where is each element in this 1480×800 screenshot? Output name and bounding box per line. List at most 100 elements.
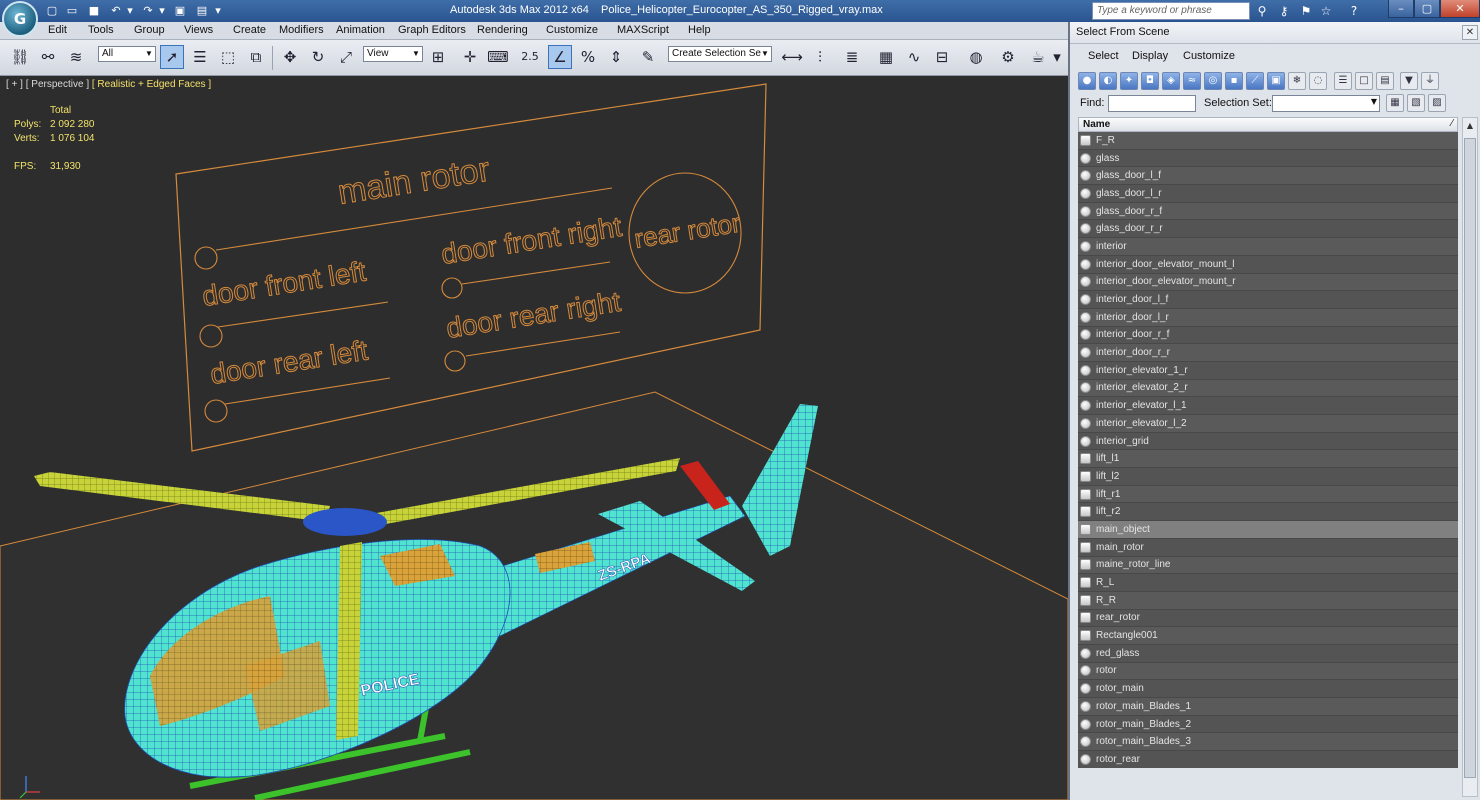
display-lights-icon[interactable]: ✦ [1120,72,1138,90]
subscription-icon[interactable]: ⚷ [1276,3,1292,19]
named-selection-sets-combo[interactable]: Create Selection Se ▼ [668,46,772,62]
list-item[interactable]: interior_elevator_2_r [1078,379,1458,398]
list-item[interactable]: rotor_rear [1078,751,1458,768]
selection-set-combo[interactable]: ▼ [1272,95,1380,112]
list-item[interactable]: rotor_main_Blades_3 [1078,733,1458,752]
door-front-left-handle[interactable] [199,324,223,348]
list-item[interactable]: Rectangle001 [1078,627,1458,645]
align-icon[interactable]: ⫶ [808,45,832,69]
list-item[interactable]: lift_l2 [1078,468,1458,486]
select-and-scale-icon[interactable]: ⤢ [334,45,358,69]
redo-dropdown-icon[interactable]: ▾ [154,3,170,18]
list-item[interactable]: lift_r2 [1078,503,1458,522]
select-all-icon[interactable]: ▦ [1386,94,1404,112]
viewport-pov-label[interactable]: [ Perspective ] [26,79,89,90]
display-none-icon[interactable]: □ [1355,72,1373,90]
edit-named-selection-icon[interactable]: ✎ [636,45,660,69]
undo-dropdown-icon[interactable]: ▾ [122,3,138,18]
project-folder-icon[interactable]: ▤ [194,3,210,18]
material-editor-icon[interactable]: ◍ [964,45,988,69]
main-rotor-handle[interactable] [194,246,218,270]
mirror-icon[interactable]: ⟷ [780,45,804,69]
snaps-toggle-icon[interactable]: 2.5 [518,45,542,69]
menu-create[interactable]: Create [233,24,266,36]
dialog-close-button[interactable]: ✕ [1462,25,1478,40]
display-geometry-icon[interactable]: ● [1078,72,1096,90]
render-production-icon[interactable]: ☕ [1026,45,1050,69]
list-item[interactable]: interior_door_l_f [1078,291,1458,309]
window-crossing-icon[interactable]: ⧉ [244,45,268,69]
filter-icon[interactable]: ▼ [1400,72,1418,90]
list-scrollbar[interactable]: ▲ [1462,117,1478,797]
percent-snap-icon[interactable]: % [576,45,600,69]
app-logo-icon[interactable]: G [2,1,38,37]
menu-group[interactable]: Group [134,24,165,36]
select-invert-icon[interactable]: ▨ [1428,94,1446,112]
display-hidden-icon[interactable]: ◌ [1309,72,1327,90]
dialog-menu-display[interactable]: Display [1132,50,1168,62]
list-item[interactable]: glass_door_l_r [1078,185,1458,203]
spinner-snap-icon[interactable]: ⇕ [604,45,628,69]
reference-coordinate-combo[interactable]: View ▼ [363,46,423,62]
maximize-button[interactable]: ▢ [1414,0,1440,18]
list-item[interactable]: interior_door_r_f [1078,326,1458,345]
door-front-right-handle[interactable] [441,277,463,299]
list-item[interactable]: glass_door_r_f [1078,202,1458,221]
list-item[interactable]: interior_door_elevator_mount_r [1078,273,1458,292]
viewport-menu-label[interactable]: [ + ] [6,79,23,90]
list-item[interactable]: glass_door_r_r [1078,220,1458,239]
list-item[interactable]: interior_elevator_l_1 [1078,397,1458,415]
display-helpers-icon[interactable]: ◈ [1162,72,1180,90]
list-item[interactable]: interior_door_elevator_mount_l [1078,255,1458,274]
display-groups-icon[interactable]: ◎ [1204,72,1222,90]
list-item[interactable]: maine_rotor_line [1078,556,1458,575]
list-item[interactable]: interior_door_l_r [1078,308,1458,327]
select-and-link-icon[interactable]: ⛓ [8,45,32,69]
control-panel-outline[interactable] [175,83,767,452]
door-front-right-slider[interactable] [461,261,611,285]
open-file-icon[interactable]: ▭ [64,3,80,18]
list-item[interactable]: lift_l1 [1078,450,1458,469]
menu-edit[interactable]: Edit [48,24,67,36]
select-none-icon[interactable]: ▧ [1407,94,1425,112]
menu-maxscript[interactable]: MAXScript [617,24,669,36]
select-and-move-icon[interactable]: ✥ [278,45,302,69]
menu-graph-editors[interactable]: Graph Editors [398,24,466,36]
dialog-menu-select[interactable]: Select [1088,50,1119,62]
list-item[interactable]: rotor [1078,662,1458,681]
schematic-view-icon[interactable]: ⊟ [930,45,954,69]
list-item[interactable]: main_rotor [1078,538,1458,557]
search-input[interactable]: Type a keyword or phrase [1092,2,1250,20]
minimize-button[interactable]: – [1388,0,1414,18]
rectangular-selection-icon[interactable]: ⬚ [216,45,240,69]
save-file-icon[interactable]: ■ [86,3,102,18]
menu-rendering[interactable]: Rendering [477,24,528,36]
viewport-shading-label[interactable]: [ Realistic + Edged Faces ] [92,79,211,90]
filter-options-icon[interactable]: ⏚ [1421,72,1439,90]
select-object-icon[interactable]: ➚ [160,45,184,69]
viewport-label[interactable]: [ + ] [ Perspective ] [ Realistic + Edge… [6,79,211,90]
menu-modifiers[interactable]: Modifiers [279,24,324,36]
list-item[interactable]: interior_elevator_1_r [1078,361,1458,380]
select-manipulate-icon[interactable]: ✛ [458,45,482,69]
menu-views[interactable]: Views [184,24,213,36]
find-input[interactable] [1108,95,1196,112]
help-icon[interactable]: ? [1346,3,1362,19]
favorites-star-icon[interactable]: ☆ [1318,3,1334,19]
graphite-ribbon-icon[interactable]: ▦ [874,45,898,69]
menu-help[interactable]: Help [688,24,711,36]
display-frozen-icon[interactable]: ❄ [1288,72,1306,90]
render-dropdown-icon[interactable]: ▾ [1050,45,1064,69]
layer-manager-icon[interactable]: ≣ [840,45,864,69]
communication-center-icon[interactable]: ⚑ [1298,3,1314,19]
display-all-icon[interactable]: ☰ [1334,72,1352,90]
scrollbar-thumb[interactable] [1464,138,1476,778]
list-item[interactable]: F_R [1078,132,1458,150]
list-item[interactable]: interior_elevator_l_2 [1078,415,1458,433]
angle-snap-icon[interactable]: ∠ [548,45,572,69]
pivot-center-icon[interactable]: ⊞ [426,45,450,69]
list-item[interactable]: rotor_main [1078,680,1458,698]
curve-editor-icon[interactable]: ∿ [902,45,926,69]
list-item[interactable]: interior_door_r_r [1078,344,1458,362]
close-button[interactable]: ✕ [1440,0,1480,18]
